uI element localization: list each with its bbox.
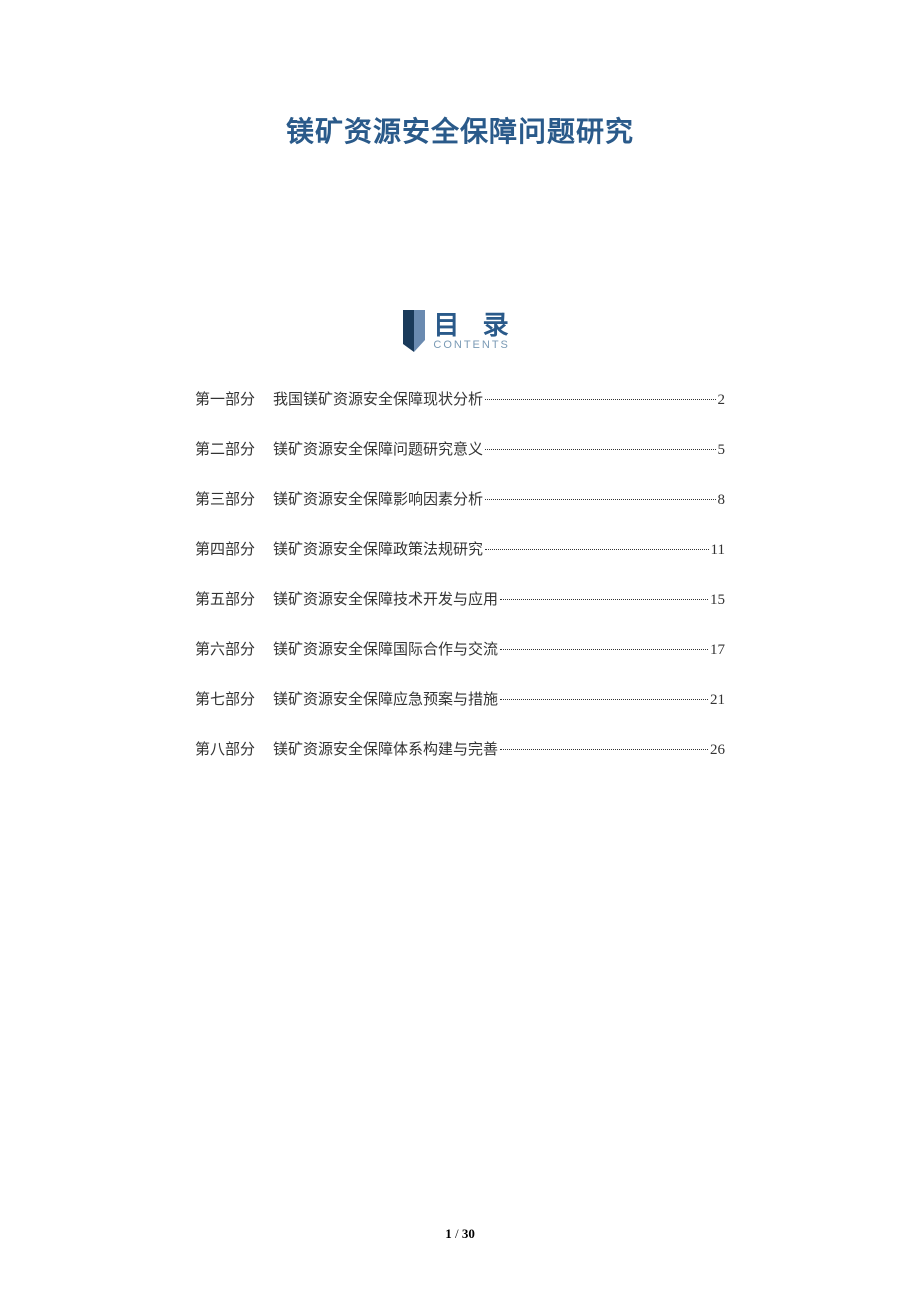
toc-entry[interactable]: 第三部分 镁矿资源安全保障影响因素分析 8 <box>195 488 725 509</box>
toc-entry[interactable]: 第一部分 我国镁矿资源安全保障现状分析 2 <box>195 388 725 409</box>
toc-entry[interactable]: 第四部分 镁矿资源安全保障政策法规研究 11 <box>195 538 725 559</box>
toc-entry[interactable]: 第六部分 镁矿资源安全保障国际合作与交流 17 <box>195 638 725 659</box>
toc-part-label: 第一部分 <box>195 388 255 409</box>
toc-page-number: 21 <box>710 692 725 709</box>
toc-leader-dots <box>500 749 708 750</box>
toc-label: 目 录 <box>433 312 516 338</box>
toc-entry[interactable]: 第五部分 镁矿资源安全保障技术开发与应用 15 <box>195 588 725 609</box>
toc-part-label: 第三部分 <box>195 488 255 509</box>
toc-part-label: 第四部分 <box>195 538 255 559</box>
toc-page-number: 11 <box>711 542 725 559</box>
toc-label-block: 目 录 CONTENTS <box>433 312 516 351</box>
toc-page-number: 8 <box>718 492 726 509</box>
toc-leader-dots <box>485 399 715 400</box>
toc-leader-dots <box>485 499 715 500</box>
page-footer: 1 / 30 <box>0 1226 920 1242</box>
toc-entry-title: 镁矿资源安全保障影响因素分析 <box>273 488 483 509</box>
toc-sublabel: CONTENTS <box>433 340 510 351</box>
toc-entry-title: 镁矿资源安全保障体系构建与完善 <box>273 738 498 759</box>
toc-list: 第一部分 我国镁矿资源安全保障现状分析 2 第二部分 镁矿资源安全保障问题研究意… <box>115 388 805 759</box>
toc-entry-title: 镁矿资源安全保障应急预案与措施 <box>273 688 498 709</box>
toc-leader-dots <box>485 549 709 550</box>
toc-entry-title: 我国镁矿资源安全保障现状分析 <box>273 388 483 409</box>
page-sep: / <box>452 1226 462 1241</box>
toc-entry-title: 镁矿资源安全保障政策法规研究 <box>273 538 483 559</box>
toc-entry[interactable]: 第二部分 镁矿资源安全保障问题研究意义 5 <box>195 438 725 459</box>
toc-page-number: 5 <box>718 442 726 459</box>
toc-page-number: 26 <box>710 742 725 759</box>
toc-entry-title: 镁矿资源安全保障问题研究意义 <box>273 438 483 459</box>
toc-part-label: 第七部分 <box>195 688 255 709</box>
document-title: 镁矿资源安全保障问题研究 <box>115 110 805 150</box>
toc-page-number: 15 <box>710 592 725 609</box>
toc-entry[interactable]: 第七部分 镁矿资源安全保障应急预案与措施 21 <box>195 688 725 709</box>
toc-part-label: 第六部分 <box>195 638 255 659</box>
toc-part-label: 第五部分 <box>195 588 255 609</box>
toc-entry[interactable]: 第八部分 镁矿资源安全保障体系构建与完善 26 <box>195 738 725 759</box>
toc-page-number: 17 <box>710 642 725 659</box>
toc-part-label: 第八部分 <box>195 738 255 759</box>
toc-entry-title: 镁矿资源安全保障国际合作与交流 <box>273 638 498 659</box>
toc-leader-dots <box>500 599 708 600</box>
toc-leader-dots <box>500 699 708 700</box>
toc-leader-dots <box>485 449 715 450</box>
toc-header: 目 录 CONTENTS <box>115 310 805 352</box>
toc-leader-dots <box>500 649 708 650</box>
toc-page-number: 2 <box>718 392 726 409</box>
toc-icon <box>403 310 425 352</box>
toc-entry-title: 镁矿资源安全保障技术开发与应用 <box>273 588 498 609</box>
page-total: 30 <box>462 1226 475 1241</box>
toc-part-label: 第二部分 <box>195 438 255 459</box>
document-page: 镁矿资源安全保障问题研究 目 录 CONTENTS 第一部分 我国镁矿资源安全保… <box>0 0 920 759</box>
